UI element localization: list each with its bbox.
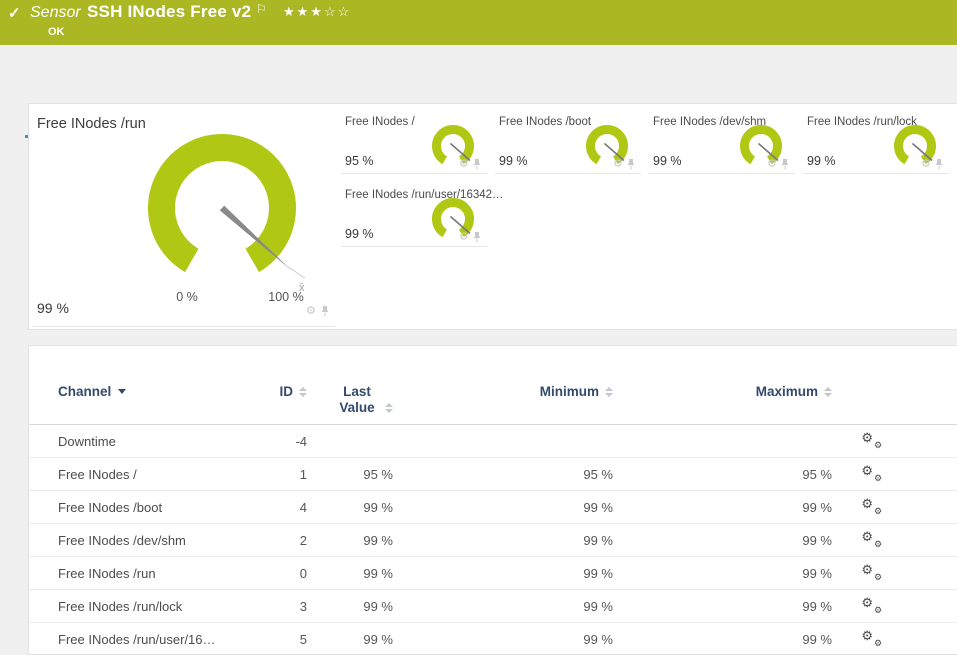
- divider: [33, 326, 335, 327]
- channel-name: Free INodes /run/lock: [58, 598, 183, 614]
- column-label: Last Value: [339, 384, 375, 415]
- table-header-row: Channel ID Last Value Minimum Maximum: [29, 346, 957, 425]
- minimum-value: 99 %: [583, 499, 613, 515]
- channel-name: Free INodes /dev/shm: [58, 532, 186, 548]
- priority-flag-icon[interactable]: ⚐: [256, 2, 267, 16]
- sort-icon: [605, 387, 613, 397]
- gauge-title: Free INodes /boot: [499, 116, 592, 128]
- column-header-channel[interactable]: Channel: [58, 384, 239, 399]
- gauge-value: 99 %: [653, 154, 682, 168]
- channel-id: 4: [299, 499, 307, 515]
- column-label: Maximum: [755, 384, 818, 399]
- pin-icon[interactable]: [934, 159, 944, 170]
- sort-icon: [385, 403, 393, 414]
- gear-icon[interactable]: ⚙: [459, 232, 469, 243]
- table-row[interactable]: Free INodes /run/user/16… 5 99 % 99 % 99…: [29, 623, 957, 655]
- gauge-value: 95 %: [345, 154, 374, 168]
- channel-name: Free INodes /run: [58, 565, 156, 581]
- sort-icon: [299, 387, 307, 397]
- column-header-last-value[interactable]: Last Value: [307, 384, 393, 415]
- gauge-max-label: 100 %: [268, 290, 304, 304]
- chevron-down-icon: [118, 389, 127, 394]
- gauge-tile-free-inodes-dev-shm: Free INodes /dev/shm 99 % ⚙: [649, 108, 795, 174]
- sensor-title: SSH INodes Free v2: [87, 2, 252, 21]
- gear-icon[interactable]: ⚙: [306, 306, 316, 317]
- channel-name: Downtime: [58, 433, 116, 449]
- status-check-icon: ✓: [8, 5, 21, 22]
- table-row[interactable]: Downtime -4 ⚙ ⚙: [29, 425, 957, 458]
- gauge-value: 99 %: [807, 154, 836, 168]
- gauge-value: 99 %: [345, 227, 374, 241]
- channel-id: 5: [299, 631, 307, 647]
- gauge-tile-free-inodes-run-user: Free INodes /run/user/16342… 99 % ⚙: [341, 181, 504, 247]
- gauge-title: Free INodes /: [345, 116, 415, 128]
- maximum-value: 99 %: [802, 631, 832, 647]
- gauge-tile-free-inodes-boot: Free INodes /boot 99 % ⚙: [495, 108, 641, 174]
- column-label: Channel: [58, 384, 112, 399]
- table-row[interactable]: Free INodes /run 0 99 % 99 % 99 % ⚙ ⚙: [29, 557, 957, 590]
- table-row[interactable]: Free INodes /dev/shm 2 99 % 99 % 99 % ⚙ ⚙: [29, 524, 957, 557]
- last-value: 99 %: [363, 598, 393, 614]
- sort-icon: [824, 387, 832, 397]
- channel-name: Free INodes /boot: [58, 499, 163, 515]
- channel-id: -4: [295, 433, 307, 449]
- channel-name: Free INodes /: [58, 466, 137, 482]
- favorite-stars-rating[interactable]: ★★★☆☆: [283, 4, 351, 20]
- minimum-value: 95 %: [583, 466, 613, 482]
- sensor-status-header: ✓ Sensor SSH INodes Free v2 ⚐ ★★★☆☆ OK: [0, 0, 957, 45]
- sensor-kind-label: Sensor: [30, 4, 81, 21]
- last-value: 99 %: [363, 631, 393, 647]
- gauge-tile-free-inodes-root: Free INodes / 95 % ⚙: [341, 108, 487, 174]
- gear-icon[interactable]: ⚙: [459, 159, 469, 170]
- column-header-minimum[interactable]: Minimum: [393, 384, 613, 399]
- table-row[interactable]: Free INodes /run/lock 3 99 % 99 % 99 % ⚙…: [29, 590, 957, 623]
- gear-icon[interactable]: ⚙: [767, 159, 777, 170]
- minimum-value: 99 %: [583, 598, 613, 614]
- gauge-value: 99 %: [499, 154, 528, 168]
- table-row[interactable]: Free INodes /boot 4 99 % 99 % 99 % ⚙ ⚙: [29, 491, 957, 524]
- gear-icon[interactable]: ⚙: [921, 159, 931, 170]
- channel-id: 3: [299, 598, 307, 614]
- maximum-value: 99 %: [802, 565, 832, 581]
- last-value: 95 %: [363, 466, 393, 482]
- column-label: Minimum: [539, 384, 599, 399]
- last-value: 99 %: [363, 499, 393, 515]
- table-row[interactable]: Free INodes / 1 95 % 95 % 95 % ⚙ ⚙: [29, 458, 957, 491]
- pin-icon[interactable]: [320, 306, 330, 317]
- column-header-id[interactable]: ID: [239, 384, 307, 399]
- channel-id: 2: [299, 532, 307, 548]
- gear-icon[interactable]: ⚙: [613, 159, 623, 170]
- column-header-maximum[interactable]: Maximum: [613, 384, 832, 399]
- gauges-panel: Free INodes /run x̄ 0 % 100 % 99 % ⚙ Fre…: [28, 103, 957, 330]
- column-label: ID: [279, 384, 294, 399]
- channel-name: Free INodes /run/user/16…: [58, 631, 216, 647]
- last-value: 99 %: [363, 532, 393, 548]
- maximum-value: 99 %: [802, 499, 832, 515]
- gauge-min-label: 0 %: [176, 290, 198, 304]
- sensor-status-badge: OK: [48, 26, 65, 38]
- primary-gauge: x̄: [148, 134, 306, 294]
- maximum-value: 99 %: [802, 598, 832, 614]
- channel-table-panel: Channel ID Last Value Minimum Maximum Do…: [28, 345, 957, 655]
- maximum-value: 95 %: [802, 466, 832, 482]
- tab-bar: Overview Live Data 2 days 30 days 365 da…: [0, 45, 957, 138]
- minimum-value: 99 %: [583, 631, 613, 647]
- minimum-value: 99 %: [583, 532, 613, 548]
- minimum-value: 99 %: [583, 565, 613, 581]
- pin-icon[interactable]: [626, 159, 636, 170]
- channel-id: 0: [299, 565, 307, 581]
- gauge-tile-free-inodes-run-lock: Free INodes /run/lock 99 % ⚙: [803, 108, 949, 174]
- channel-id: 1: [299, 466, 307, 482]
- pin-icon[interactable]: [780, 159, 790, 170]
- pin-icon[interactable]: [472, 159, 482, 170]
- last-value: 99 %: [363, 565, 393, 581]
- pin-icon[interactable]: [472, 232, 482, 243]
- primary-gauge-value: 99 %: [37, 300, 69, 316]
- maximum-value: 99 %: [802, 532, 832, 548]
